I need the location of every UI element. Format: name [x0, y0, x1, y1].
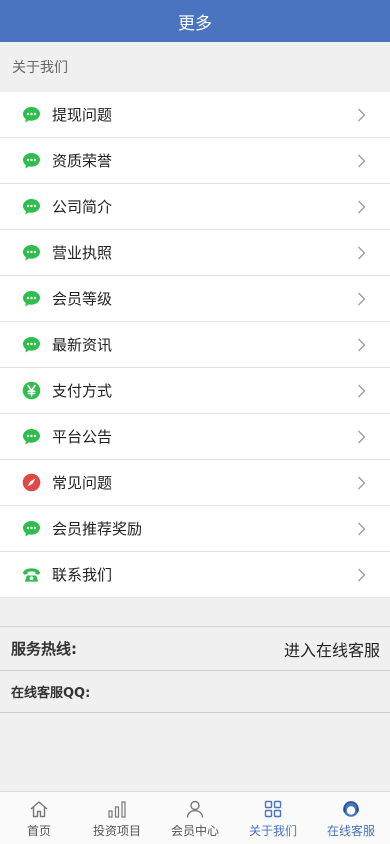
chevron-right-icon	[358, 154, 366, 168]
menu-item-faq[interactable]: 常见问题	[0, 460, 390, 506]
chevron-right-icon	[358, 338, 366, 352]
tab-label: 投资项目	[92, 824, 141, 838]
chevron-right-icon	[358, 200, 366, 214]
bar-chart-icon	[107, 799, 127, 818]
chevron-right-icon	[358, 108, 366, 122]
menu-item-label: 常见问题	[52, 474, 113, 492]
tab-label: 首页	[26, 824, 51, 838]
chevron-right-icon	[358, 430, 366, 444]
menu-item-payment-methods[interactable]: 支付方式	[0, 368, 390, 414]
tab-investment-projects[interactable]: 投资项目	[78, 792, 156, 844]
menu-item-member-levels[interactable]: 会员等级	[0, 276, 390, 322]
chat-bubble-icon	[22, 289, 41, 308]
chat-bubble-icon	[22, 151, 41, 170]
support-icon	[341, 799, 361, 818]
section-header: 关于我们	[0, 42, 390, 92]
chat-bubble-icon	[22, 519, 41, 538]
menu-item-withdraw-faq[interactable]: 提现问题	[0, 92, 390, 138]
chevron-right-icon	[358, 246, 366, 260]
menu-item-label: 提现问题	[52, 106, 113, 124]
compass-icon	[22, 473, 41, 492]
tab-online-support[interactable]: 在线客服	[312, 792, 390, 844]
menu-item-label: 平台公告	[52, 428, 113, 446]
service-info-section: 服务热线: 进入在线客服 在线客服QQ:	[0, 626, 390, 713]
chevron-right-icon	[358, 476, 366, 490]
tab-label: 关于我们	[248, 824, 297, 838]
chat-bubble-icon	[22, 335, 41, 354]
chevron-right-icon	[358, 568, 366, 582]
chevron-right-icon	[358, 384, 366, 398]
menu-item-referral-rewards[interactable]: 会员推荐奖励	[0, 506, 390, 552]
chat-bubble-icon	[22, 427, 41, 446]
menu-item-platform-announcements[interactable]: 平台公告	[0, 414, 390, 460]
phone-icon	[22, 565, 41, 584]
page-title: 更多	[178, 13, 212, 34]
menu-item-label: 支付方式	[52, 382, 113, 400]
hotline-row: 服务热线: 进入在线客服	[0, 627, 390, 671]
about-menu-list: 提现问题 资质荣誉 公司简介 营业执照 会员等级 最新资讯 支付方式 平台公告 …	[0, 92, 390, 598]
menu-item-qualification-honors[interactable]: 资质荣誉	[0, 138, 390, 184]
hotline-label: 服务热线:	[11, 640, 77, 658]
online-support-link[interactable]: 进入在线客服	[284, 637, 380, 661]
user-icon	[185, 799, 205, 818]
qq-row: 在线客服QQ:	[0, 671, 390, 713]
page-header: 更多	[0, 0, 390, 42]
tab-about-us[interactable]: 关于我们	[234, 792, 312, 844]
yen-icon	[22, 381, 41, 400]
menu-item-contact-us[interactable]: 联系我们	[0, 552, 390, 598]
grid-icon	[263, 799, 283, 818]
chat-bubble-icon	[22, 197, 41, 216]
section-title: 关于我们	[12, 60, 68, 76]
menu-item-business-license[interactable]: 营业执照	[0, 230, 390, 276]
home-icon	[29, 799, 49, 818]
chevron-right-icon	[358, 522, 366, 536]
tab-label: 在线客服	[326, 824, 375, 838]
tab-label: 会员中心	[170, 824, 219, 838]
menu-item-latest-news[interactable]: 最新资讯	[0, 322, 390, 368]
menu-item-label: 资质荣誉	[52, 152, 113, 170]
menu-item-company-profile[interactable]: 公司简介	[0, 184, 390, 230]
tab-home[interactable]: 首页	[0, 792, 78, 844]
menu-item-label: 会员等级	[52, 290, 113, 308]
tab-member-center[interactable]: 会员中心	[156, 792, 234, 844]
chat-bubble-icon	[22, 243, 41, 262]
menu-item-label: 营业执照	[52, 244, 113, 262]
menu-item-label: 联系我们	[52, 566, 113, 584]
chevron-right-icon	[358, 292, 366, 306]
chat-bubble-icon	[22, 105, 41, 124]
menu-item-label: 公司简介	[52, 198, 113, 216]
bottom-tab-bar: 首页 投资项目 会员中心 关于我们 在线客服	[0, 791, 390, 844]
menu-item-label: 会员推荐奖励	[52, 520, 143, 538]
qq-label: 在线客服QQ:	[11, 686, 91, 701]
menu-item-label: 最新资讯	[52, 336, 113, 354]
